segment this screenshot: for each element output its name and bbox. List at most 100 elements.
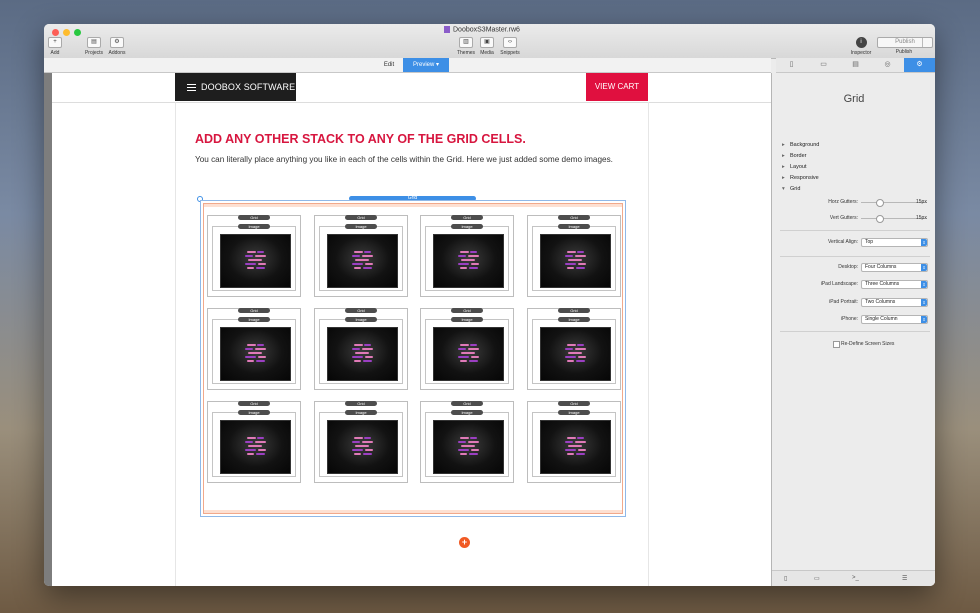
image-stack[interactable]: Image bbox=[425, 410, 509, 477]
image-stack-label[interactable]: Image bbox=[451, 410, 483, 415]
themes-button[interactable]: ▥ Themes bbox=[455, 37, 477, 56]
cell-grid-label[interactable]: Grid bbox=[345, 401, 377, 406]
cell-grid-label[interactable]: Grid bbox=[345, 215, 377, 220]
image-stack[interactable]: Image bbox=[319, 317, 403, 384]
image-stack-label[interactable]: Image bbox=[451, 224, 483, 229]
desktop-columns-select[interactable]: Four Columns ⇕ bbox=[861, 263, 928, 272]
tab-layout-inspector[interactable]: ▭ bbox=[808, 58, 839, 72]
close-window-button[interactable] bbox=[52, 29, 59, 36]
brand-link[interactable]: DOOBOX SOFTWARE bbox=[175, 73, 296, 101]
cell-grid-label[interactable]: Grid bbox=[238, 401, 270, 406]
image-stack[interactable]: Image bbox=[532, 317, 616, 384]
ipad-landscape-columns-select[interactable]: Three Columns ⇕ bbox=[861, 280, 928, 289]
cell-grid-label[interactable]: Grid bbox=[558, 308, 590, 313]
image-stack[interactable]: Image bbox=[319, 410, 403, 477]
image-stack[interactable]: Image bbox=[319, 224, 403, 291]
cell-grid-label[interactable]: Grid bbox=[451, 215, 483, 220]
tab-content-inspector[interactable]: ▤ bbox=[840, 58, 871, 72]
grid-cell[interactable]: Grid Image bbox=[527, 215, 621, 297]
image-stack-label[interactable]: Image bbox=[345, 224, 377, 229]
ipad-portrait-columns-select[interactable]: Two Columns ⇕ bbox=[861, 298, 928, 307]
redefine-screen-sizes-checkbox[interactable] bbox=[833, 341, 840, 348]
grid-cell[interactable]: Grid Image bbox=[420, 215, 514, 297]
cell-grid-label[interactable]: Grid bbox=[451, 401, 483, 406]
section-layout[interactable]: ▸ Layout bbox=[782, 164, 807, 170]
add-stack-button[interactable]: + bbox=[459, 537, 470, 548]
image-stack[interactable]: Image bbox=[212, 224, 296, 291]
vert-gutters-slider-knob[interactable] bbox=[875, 215, 884, 223]
logo-stroke bbox=[575, 348, 586, 350]
tab-stack-settings[interactable]: ⚙ bbox=[904, 58, 935, 72]
snippets-button[interactable]: ‹› Snippets bbox=[499, 37, 521, 56]
tab-style-inspector[interactable]: ◎ bbox=[872, 58, 903, 72]
image-stack[interactable]: Image bbox=[212, 410, 296, 477]
image-stack[interactable]: Image bbox=[532, 224, 616, 291]
grid-cell[interactable]: Grid Image bbox=[420, 308, 514, 390]
cell-grid-label[interactable]: Grid bbox=[345, 308, 377, 313]
image-stack-label[interactable]: Image bbox=[238, 410, 270, 415]
grid-cell[interactable]: Grid Image bbox=[527, 308, 621, 390]
image-stack[interactable]: Image bbox=[532, 410, 616, 477]
grid-cell[interactable]: Grid Image bbox=[527, 401, 621, 483]
section-border[interactable]: ▸ Border bbox=[782, 153, 807, 159]
cell-grid-label[interactable]: Grid bbox=[558, 401, 590, 406]
cell-grid-label[interactable]: Grid bbox=[238, 308, 270, 313]
logo-stroke bbox=[245, 348, 253, 350]
section-grid[interactable]: ▾ Grid bbox=[782, 186, 800, 192]
settings-sliders-icon[interactable]: ☰ bbox=[902, 575, 907, 582]
demo-image bbox=[327, 234, 398, 288]
image-stack-label[interactable]: Image bbox=[345, 317, 377, 322]
image-stack-label[interactable]: Image bbox=[238, 317, 270, 322]
logo-stroke bbox=[565, 255, 573, 257]
logo-stroke bbox=[567, 437, 576, 439]
cell-grid-label[interactable]: Grid bbox=[238, 215, 270, 220]
image-stack-label[interactable]: Image bbox=[558, 410, 590, 415]
tab-page-inspector[interactable]: ▯ bbox=[776, 58, 807, 72]
grid-cell[interactable]: Grid Image bbox=[207, 401, 301, 483]
logo-stroke bbox=[575, 441, 586, 443]
vertical-align-select[interactable]: Top ⇕ bbox=[861, 238, 928, 247]
horz-gutters-slider-knob[interactable] bbox=[875, 199, 884, 207]
addons-button[interactable]: ⚙ Addons bbox=[106, 37, 128, 56]
zoom-window-button[interactable] bbox=[74, 29, 81, 36]
image-stack-label[interactable]: Image bbox=[558, 224, 590, 229]
layout-icon[interactable]: ▭ bbox=[814, 575, 820, 582]
view-cart-button[interactable]: VIEW CART bbox=[586, 73, 648, 101]
image-stack-label[interactable]: Image bbox=[238, 224, 270, 229]
cell-grid-label[interactable]: Grid bbox=[451, 308, 483, 313]
projects-button[interactable]: ▤ Projects bbox=[83, 37, 105, 56]
edit-mode-tab[interactable]: Edit bbox=[375, 58, 403, 72]
grid-cell[interactable]: Grid Image bbox=[314, 215, 408, 297]
logo-stroke bbox=[258, 356, 266, 358]
image-stack-label[interactable]: Image bbox=[345, 410, 377, 415]
image-stack[interactable]: Image bbox=[212, 317, 296, 384]
image-stack[interactable]: Image bbox=[425, 224, 509, 291]
grid-cell[interactable]: Grid Image bbox=[207, 308, 301, 390]
inspector-button[interactable]: i Inspector bbox=[850, 37, 872, 56]
section-responsive[interactable]: ▸ Responsive bbox=[782, 175, 819, 181]
terminal-icon[interactable]: >_ bbox=[852, 575, 859, 581]
iphone-columns-select[interactable]: Single Column ⇕ bbox=[861, 315, 928, 324]
logo-stroke bbox=[362, 255, 373, 257]
cell-grid-label[interactable]: Grid bbox=[558, 215, 590, 220]
section-background[interactable]: ▸ Background bbox=[782, 142, 819, 148]
add-button[interactable]: + Add bbox=[44, 37, 66, 56]
media-button[interactable]: ▣ Media bbox=[476, 37, 498, 56]
doobox-logo-icon bbox=[458, 250, 479, 271]
page-canvas[interactable]: DOOBOX SOFTWARE VIEW CART ADD ANY OTHER … bbox=[52, 73, 771, 586]
image-stack-label[interactable]: Image bbox=[558, 317, 590, 322]
inspector-panel: Grid ▸ Background ▸ Border ▸ Layout ▸ Respon… bbox=[771, 73, 935, 586]
image-stack-label[interactable]: Image bbox=[451, 317, 483, 322]
hamburger-menu-icon[interactable] bbox=[187, 84, 196, 93]
grid-cell[interactable]: Grid Image bbox=[420, 401, 514, 483]
preview-mode-tab[interactable]: Preview ▾ bbox=[403, 58, 449, 72]
grid-cell[interactable]: Grid Image bbox=[314, 401, 408, 483]
minimize-window-button[interactable] bbox=[63, 29, 70, 36]
content-guide-right bbox=[648, 102, 649, 586]
grid-cell[interactable]: Grid Image bbox=[314, 308, 408, 390]
inspector-footer: ▯ ▭ >_ ☰ bbox=[772, 570, 935, 586]
page-icon[interactable]: ▯ bbox=[784, 575, 787, 582]
grid-stack[interactable]: Grid Image Grid Image Grid Image Grid Image Grid… bbox=[200, 200, 626, 517]
grid-cell[interactable]: Grid Image bbox=[207, 215, 301, 297]
image-stack[interactable]: Image bbox=[425, 317, 509, 384]
